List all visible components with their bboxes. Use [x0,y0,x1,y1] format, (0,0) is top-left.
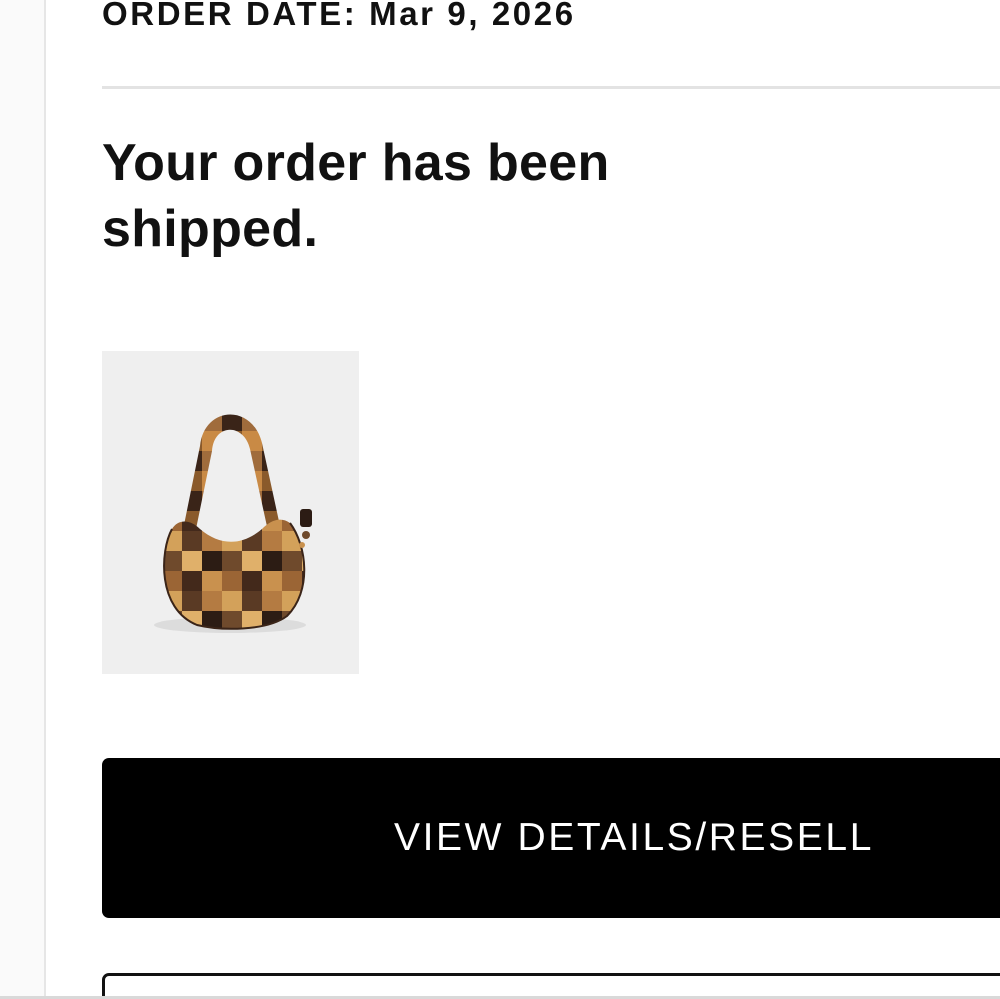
shipped-headline: Your order has been shipped. [102,134,610,258]
order-date: ORDER DATE: Mar 9, 2026 [102,0,576,36]
order-date-label: ORDER DATE: [102,0,358,32]
section-divider [102,86,1000,89]
product-image[interactable] [102,351,359,674]
view-details-resell-button[interactable]: VIEW DETAILS/RESELL [102,758,1000,918]
left-margin-rule [0,0,46,999]
order-date-value: Mar 9, 2026 [369,0,576,32]
patchwork-hobo-bag-icon [154,414,312,633]
